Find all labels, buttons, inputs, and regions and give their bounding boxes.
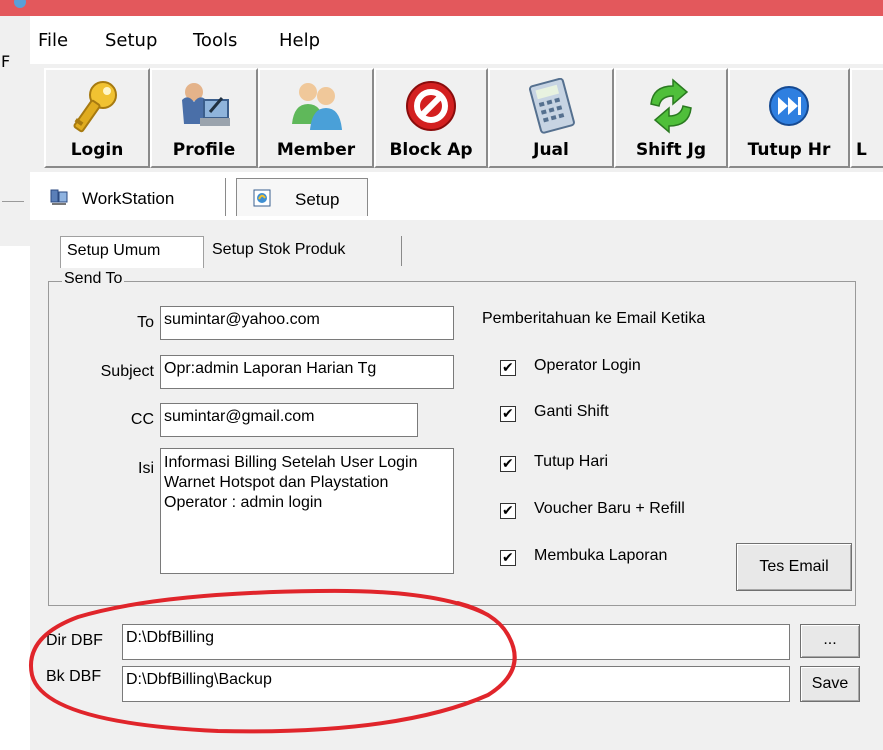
menu-file[interactable]: File (38, 30, 68, 51)
send-to-legend: Send To (62, 270, 125, 288)
operator-login-label: Operator Login (534, 357, 641, 374)
membuka-laporan-checkbox[interactable]: ✔ (500, 550, 516, 566)
menu-help[interactable]: Help (279, 30, 320, 51)
to-input[interactable]: sumintar@yahoo.com (160, 306, 454, 340)
toolbar-button-partial-label: L (856, 140, 867, 160)
title-bar (0, 0, 883, 16)
tab-setup[interactable]: Setup (236, 178, 368, 216)
tutup-hari-button[interactable]: Tutup Hr (728, 68, 850, 168)
tab-setup-label: Setup (295, 190, 340, 209)
check-mark-icon: ✔ (502, 456, 514, 472)
members-icon (292, 83, 342, 130)
subject-input[interactable]: Opr:admin Laporan Harian Tg (160, 355, 454, 389)
voucher-refill-label: Voucher Baru + Refill (534, 500, 685, 517)
membuka-laporan-label: Membuka Laporan (534, 547, 668, 564)
tab-workstation-label: WorkStation (82, 189, 175, 208)
refresh-arrows-icon (650, 78, 692, 134)
jual-button[interactable]: Jual (488, 68, 614, 168)
tab-setup-stok-produk[interactable]: Setup Stok Produk (206, 236, 402, 266)
jual-button-label: Jual (533, 140, 569, 160)
profile-button-label: Profile (172, 140, 236, 160)
tutup-hari-button-label: Tutup Hr (747, 140, 831, 160)
cc-input[interactable]: sumintar@gmail.com (160, 403, 418, 437)
member-button-label: Member (276, 140, 356, 160)
check-mark-icon: ✔ (502, 406, 514, 422)
save-button[interactable]: Save (800, 666, 860, 702)
side-menu-letter: F (1, 52, 11, 71)
menu-tools[interactable]: Tools (193, 30, 237, 51)
menu-setup[interactable]: Setup (105, 30, 157, 51)
tab-workstation[interactable]: WorkStation (44, 178, 226, 216)
bk-dbf-input[interactable]: D:\DbfBilling\Backup (122, 666, 790, 702)
login-button-label: Login (70, 140, 124, 160)
strip-divider (2, 201, 24, 202)
menu-bar: File Setup Tools Help (30, 16, 883, 64)
profile-icon (182, 83, 230, 126)
login-button[interactable]: Login (44, 68, 150, 168)
bk-dbf-label: Bk DBF (46, 668, 102, 685)
left-panel-strip (0, 16, 31, 246)
check-mark-icon: ✔ (502, 550, 514, 566)
tutup-hari-label: Tutup Hari (534, 453, 609, 470)
profile-button[interactable]: Profile (150, 68, 258, 168)
calculator-icon (529, 78, 575, 134)
block-icon (406, 81, 456, 131)
check-mark-icon: ✔ (502, 360, 514, 376)
key-icon (73, 81, 117, 133)
tab-setup-umum[interactable]: Setup Umum (60, 236, 204, 268)
shift-button[interactable]: Shift Jg (614, 68, 728, 168)
toolbar: Login Profile Member Block Ap Jual Shift… (30, 64, 883, 172)
tes-email-button[interactable]: Tes Email (736, 543, 852, 591)
ganti-shift-checkbox[interactable]: ✔ (500, 406, 516, 422)
isi-textarea[interactable]: Informasi Billing Setelah User Login War… (160, 448, 454, 574)
voucher-refill-checkbox[interactable]: ✔ (500, 503, 516, 519)
member-button[interactable]: Member (258, 68, 374, 168)
isi-label: Isi (138, 460, 154, 477)
tutup-hari-checkbox[interactable]: ✔ (500, 456, 516, 472)
notification-title: Pemberitahuan ke Email Ketika (482, 310, 706, 327)
subject-label: Subject (100, 363, 154, 380)
outer-tab-strip: WorkStation Setup (30, 172, 883, 220)
shift-button-label: Shift Jg (635, 140, 707, 160)
cc-label: CC (130, 411, 154, 428)
browse-button[interactable]: ... (800, 624, 860, 658)
fast-forward-icon (769, 86, 809, 126)
dir-dbf-input[interactable]: D:\DbfBilling (122, 624, 790, 660)
check-mark-icon: ✔ (502, 503, 514, 519)
setup-icon (253, 189, 271, 207)
block-app-button[interactable]: Block Ap (374, 68, 488, 168)
operator-login-checkbox[interactable]: ✔ (500, 360, 516, 376)
app-window: F File Setup Tools Help Login Profile Me… (0, 0, 883, 750)
toolbar-button-partial[interactable]: L (850, 68, 883, 168)
block-app-button-label: Block Ap (389, 140, 473, 160)
to-label: To (137, 314, 154, 331)
dir-dbf-label: Dir DBF (46, 632, 103, 649)
workstation-icon (50, 189, 68, 205)
ganti-shift-label: Ganti Shift (534, 403, 609, 420)
